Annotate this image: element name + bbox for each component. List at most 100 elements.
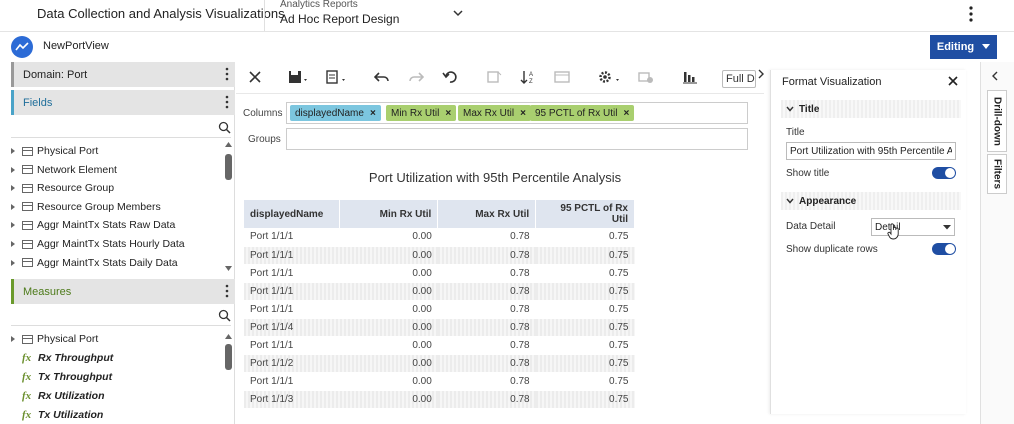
expand-icon[interactable] <box>11 185 15 192</box>
close-icon[interactable] <box>948 76 958 86</box>
panel-title: Format Visualization <box>782 76 882 88</box>
remove-chip-icon[interactable]: × <box>445 108 451 119</box>
measure-item[interactable]: fx Rx Throughput <box>11 349 113 367</box>
show-title-toggle[interactable] <box>932 167 956 179</box>
fields-search-input[interactable] <box>11 118 231 138</box>
expand-icon[interactable] <box>11 222 15 229</box>
close-icon[interactable] <box>248 70 262 84</box>
gear-icon[interactable] <box>598 70 622 84</box>
column-header[interactable]: displayedName <box>244 200 341 228</box>
title-section-header[interactable]: Title <box>781 100 961 118</box>
table-row: Port 1/1/2 0.00 0.78 0.75 <box>244 354 635 373</box>
table-icon <box>22 258 33 268</box>
breadcrumb-parent[interactable]: Analytics Reports <box>280 0 358 10</box>
column-header[interactable]: 95 PCTL of Rx Util <box>535 200 635 228</box>
field-item[interactable]: Network Element <box>11 161 117 179</box>
field-item[interactable]: Aggr MaintTx Stats Daily Data <box>11 254 178 272</box>
measures-header[interactable]: Measures <box>11 279 235 304</box>
tab-filters[interactable]: Filters <box>987 154 1007 194</box>
domain-menu-icon[interactable] <box>225 67 229 81</box>
table-cell: 0.75 <box>535 318 635 337</box>
table-row: Port 1/1/1 0.00 0.78 0.75 <box>244 336 635 355</box>
column-header[interactable]: Max Rx Util <box>437 200 537 228</box>
bar-chart-icon[interactable] <box>682 70 698 84</box>
editing-mode-button[interactable]: Editing <box>930 35 997 59</box>
measure-item[interactable]: fx Rx Utilization <box>11 387 105 405</box>
measure-item[interactable]: fx Tx Utilization <box>11 406 103 424</box>
title-input[interactable] <box>786 142 956 160</box>
field-item[interactable]: Aggr MaintTx Stats Raw Data <box>11 216 175 234</box>
switch-group-icon[interactable] <box>486 70 502 84</box>
measures-menu-icon[interactable] <box>225 284 229 298</box>
expand-icon[interactable] <box>11 336 15 342</box>
domain-header[interactable]: Domain: Port <box>11 62 235 87</box>
field-item[interactable]: Resource Group Members <box>11 198 161 216</box>
expand-icon[interactable] <box>11 203 15 210</box>
redo-icon[interactable] <box>408 70 424 84</box>
search-icon[interactable] <box>218 309 231 322</box>
table-cell: 0.75 <box>535 228 635 247</box>
table-icon <box>22 165 33 175</box>
table-cell: 0.75 <box>535 354 635 373</box>
table-cell: 0.78 <box>437 282 536 301</box>
measure-item[interactable]: fx Tx Throughput <box>11 368 112 386</box>
table-cell: Port 1/1/1 <box>244 336 340 355</box>
show-duplicate-rows-toggle[interactable] <box>932 243 956 255</box>
export-icon[interactable] <box>326 70 348 84</box>
undo-icon[interactable] <box>374 70 390 84</box>
chevron-down-icon <box>786 106 794 112</box>
table-cell: 0.00 <box>339 372 438 391</box>
table-icon <box>22 334 33 344</box>
field-item[interactable]: Aggr MaintTx Stats Hourly Data <box>11 235 185 253</box>
column-chip[interactable]: 95 PCTL of Rx Util × <box>530 105 635 121</box>
column-chip[interactable]: displayedName × <box>290 105 381 121</box>
remove-chip-icon[interactable]: × <box>370 108 376 119</box>
measures-search-input[interactable] <box>11 306 231 326</box>
view-bar: NewPortView Editing <box>0 32 1014 62</box>
caret-down-icon <box>982 44 991 49</box>
field-item[interactable]: Physical Port <box>11 142 98 160</box>
columns-drop-zone[interactable]: displayedName × Min Rx Util × Max Rx Util × 95… <box>286 102 748 124</box>
data-mode-select[interactable]: Full Data <box>722 70 756 88</box>
measures-group-physical-port[interactable]: Physical Port <box>11 330 98 348</box>
collapse-panel-icon[interactable] <box>756 68 766 80</box>
breadcrumb-current[interactable]: Ad Hoc Report Design <box>280 12 399 26</box>
undo-all-icon[interactable] <box>442 70 458 84</box>
table-icon <box>22 220 33 230</box>
show-title-label: Show title <box>786 168 830 179</box>
groups-drop-zone[interactable] <box>286 128 748 150</box>
save-icon[interactable] <box>288 70 310 84</box>
more-options-icon[interactable] <box>965 5 977 23</box>
table-cell: 0.75 <box>535 336 635 355</box>
tab-drill-down[interactable]: Drill-down <box>987 90 1007 152</box>
measures-scrollbar[interactable] <box>225 334 232 424</box>
table-cell: Port 1/1/1 <box>244 228 340 247</box>
column-chip[interactable]: Min Rx Util × <box>386 105 457 121</box>
data-detail-select[interactable]: Detail <box>871 218 955 236</box>
chevron-left-icon[interactable] <box>990 70 1000 82</box>
search-icon[interactable] <box>218 121 231 134</box>
filter-chart-icon[interactable] <box>638 70 654 84</box>
column-chip[interactable]: Max Rx Util × <box>458 105 531 121</box>
column-header[interactable]: Min Rx Util <box>339 200 439 228</box>
sort-icon[interactable]: AZ <box>520 70 536 84</box>
fields-menu-icon[interactable] <box>225 95 229 109</box>
remove-chip-icon[interactable]: × <box>520 108 526 119</box>
groups-label: Groups <box>248 134 281 145</box>
hand-cursor-icon <box>887 222 901 240</box>
expand-icon[interactable] <box>11 259 15 266</box>
chevron-down-icon[interactable] <box>452 7 464 19</box>
fields-scrollbar[interactable] <box>225 142 232 274</box>
expand-icon[interactable] <box>11 148 15 154</box>
expand-icon[interactable] <box>11 166 15 173</box>
field-item[interactable]: Resource Group <box>11 179 114 197</box>
expand-icon[interactable] <box>11 241 15 247</box>
fields-header[interactable]: Fields <box>11 90 235 115</box>
appearance-section-header[interactable]: Appearance <box>781 192 961 210</box>
data-preview-icon[interactable] <box>554 70 570 84</box>
table-cell: Port 1/1/4 <box>244 318 340 337</box>
table-icon <box>22 183 33 193</box>
svg-text:A: A <box>529 72 533 78</box>
measures-title: Measures <box>23 285 72 298</box>
remove-chip-icon[interactable]: × <box>623 108 629 119</box>
